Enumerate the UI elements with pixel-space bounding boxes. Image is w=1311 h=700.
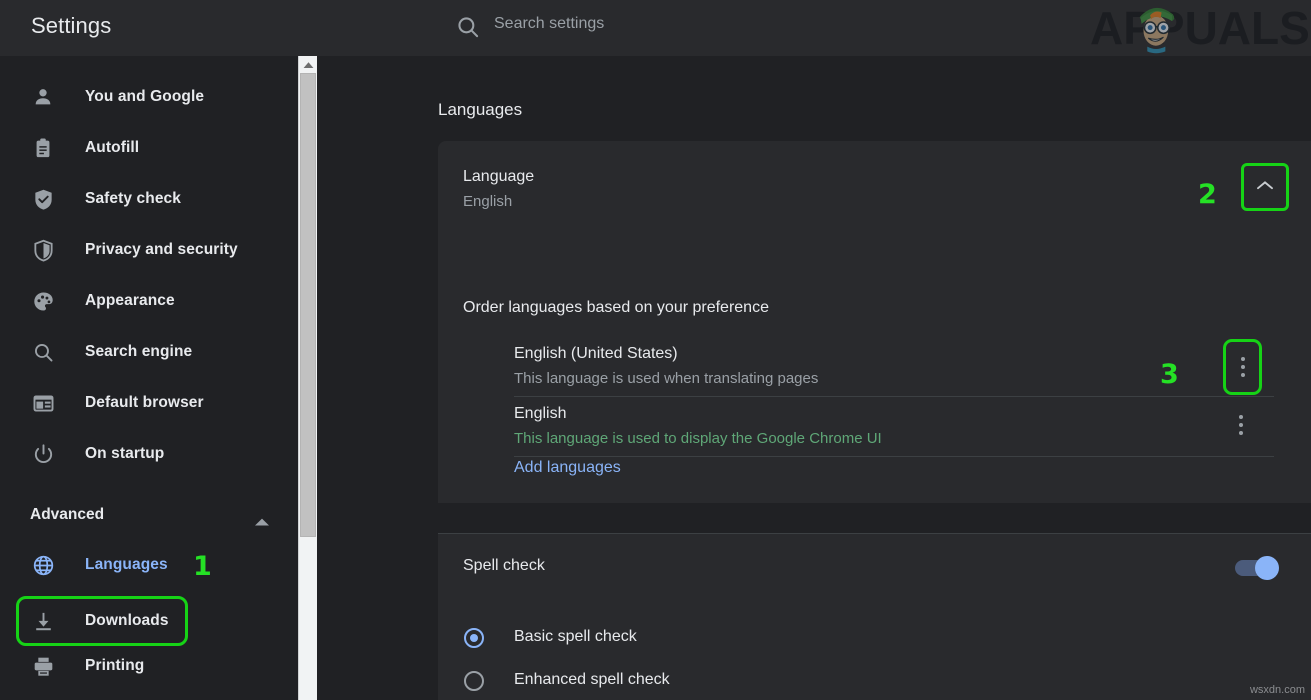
language-description: This language is used to display the Goo… [514, 430, 882, 447]
browser-window-icon [30, 390, 56, 416]
toggle-knob [1255, 556, 1279, 580]
sidebar-scrollbar[interactable] [298, 56, 317, 700]
language-description: This language is used when translating p… [514, 370, 818, 387]
printer-icon [30, 653, 56, 679]
magnifier-icon [30, 339, 56, 365]
radio-button[interactable] [464, 671, 484, 691]
annotation-step-1: 1 [193, 551, 212, 582]
sidebar-item-on-startup[interactable]: On startup [0, 432, 298, 476]
language-summary-row[interactable]: Language English [438, 141, 1311, 234]
order-languages-heading: Order languages based on your preference [463, 299, 769, 317]
list-item[interactable]: English This language is used to display… [514, 397, 1274, 457]
search-icon [455, 14, 481, 40]
clipboard-icon [30, 135, 56, 161]
language-row-value: English [463, 193, 512, 210]
language-list: English (United States) This language is… [514, 337, 1274, 457]
sidebar-item-privacy-and-security[interactable]: Privacy and security [0, 228, 298, 272]
spell-check-row[interactable]: Spell check [438, 534, 1311, 601]
language-name: English (United States) [514, 345, 678, 363]
power-icon [30, 441, 56, 467]
shield-half-icon [30, 237, 56, 263]
sidebar-item-label: Autofill [85, 139, 139, 157]
sidebar-item-safety-check[interactable]: Safety check [0, 177, 298, 221]
annotation-step-2: 2 [1198, 179, 1217, 210]
language-collapse-button[interactable] [1241, 163, 1289, 211]
globe-icon [30, 552, 56, 578]
chevron-up-icon [254, 514, 270, 532]
shield-check-icon [30, 186, 56, 212]
sidebar-item-you-and-google[interactable]: You and Google [0, 75, 298, 119]
sidebar-item-label: Appearance [85, 292, 175, 310]
sidebar-item-label: Printing [85, 657, 144, 675]
page-title-settings: Settings [31, 13, 111, 39]
sidebar-item-label: Default browser [85, 394, 204, 412]
radio-button[interactable] [464, 628, 484, 648]
sidebar-item-appearance[interactable]: Appearance [0, 279, 298, 323]
search-placeholder-text: Search settings [494, 15, 604, 33]
sidebar-item-label: Safety check [85, 190, 181, 208]
spell-check-card: Spell check Basic spell check Enhanced s… [438, 534, 1311, 700]
section-title-languages: Languages [438, 100, 522, 120]
annotation-step-3: 3 [1160, 359, 1179, 390]
appuals-watermark-logo: APPUALS [1086, 0, 1311, 56]
top-bar-left: Settings [0, 0, 435, 56]
sidebar-item-label: On startup [85, 445, 164, 463]
site-credit-watermark: wsxdn.com [1250, 684, 1305, 696]
sidebar-item-label: You and Google [85, 88, 204, 106]
settings-sidebar: You and Google Autofill Safety check Pri… [0, 56, 298, 700]
sidebar-item-languages[interactable]: Languages [0, 543, 298, 587]
sidebar-item-search-engine[interactable]: Search engine [0, 330, 298, 374]
annotation-highlight-languages [16, 596, 188, 646]
language-options-menu-button[interactable] [1223, 339, 1262, 395]
sidebar-item-label: Languages [85, 556, 168, 574]
chrome-settings-window: Settings Search settings APPUALS [0, 0, 1311, 700]
spell-check-toggle[interactable] [1235, 556, 1279, 580]
sidebar-item-label: Search engine [85, 343, 192, 361]
settings-main-content: Languages Language English 2 Order langu… [317, 56, 1311, 700]
scrollbar-up-arrow-icon[interactable] [299, 56, 317, 73]
svg-text:APPUALS: APPUALS [1090, 2, 1310, 54]
language-row-label: Language [463, 168, 534, 186]
language-name: English [514, 405, 566, 423]
sidebar-section-advanced-label: Advanced [30, 506, 104, 524]
kebab-menu-icon [1239, 415, 1243, 419]
spell-check-label: Spell check [463, 557, 545, 575]
sidebar-item-printing[interactable]: Printing [0, 644, 298, 688]
person-icon [30, 84, 56, 110]
language-options-menu-button[interactable] [1228, 409, 1254, 441]
sidebar-item-label: Privacy and security [85, 241, 238, 259]
sidebar-item-autofill[interactable]: Autofill [0, 126, 298, 170]
sidebar-item-default-browser[interactable]: Default browser [0, 381, 298, 425]
scrollbar-thumb[interactable] [300, 73, 316, 537]
sidebar-section-advanced[interactable]: Advanced [0, 496, 298, 540]
kebab-menu-icon [1241, 357, 1245, 361]
language-card: Language English 2 Order languages based… [438, 141, 1311, 503]
palette-icon [30, 288, 56, 314]
radio-label: Basic spell check [514, 628, 637, 646]
add-languages-link[interactable]: Add languages [514, 459, 621, 477]
top-bar: Settings Search settings APPUALS [0, 0, 1311, 56]
radio-label: Enhanced spell check [514, 671, 670, 689]
chevron-up-icon [1256, 178, 1274, 196]
